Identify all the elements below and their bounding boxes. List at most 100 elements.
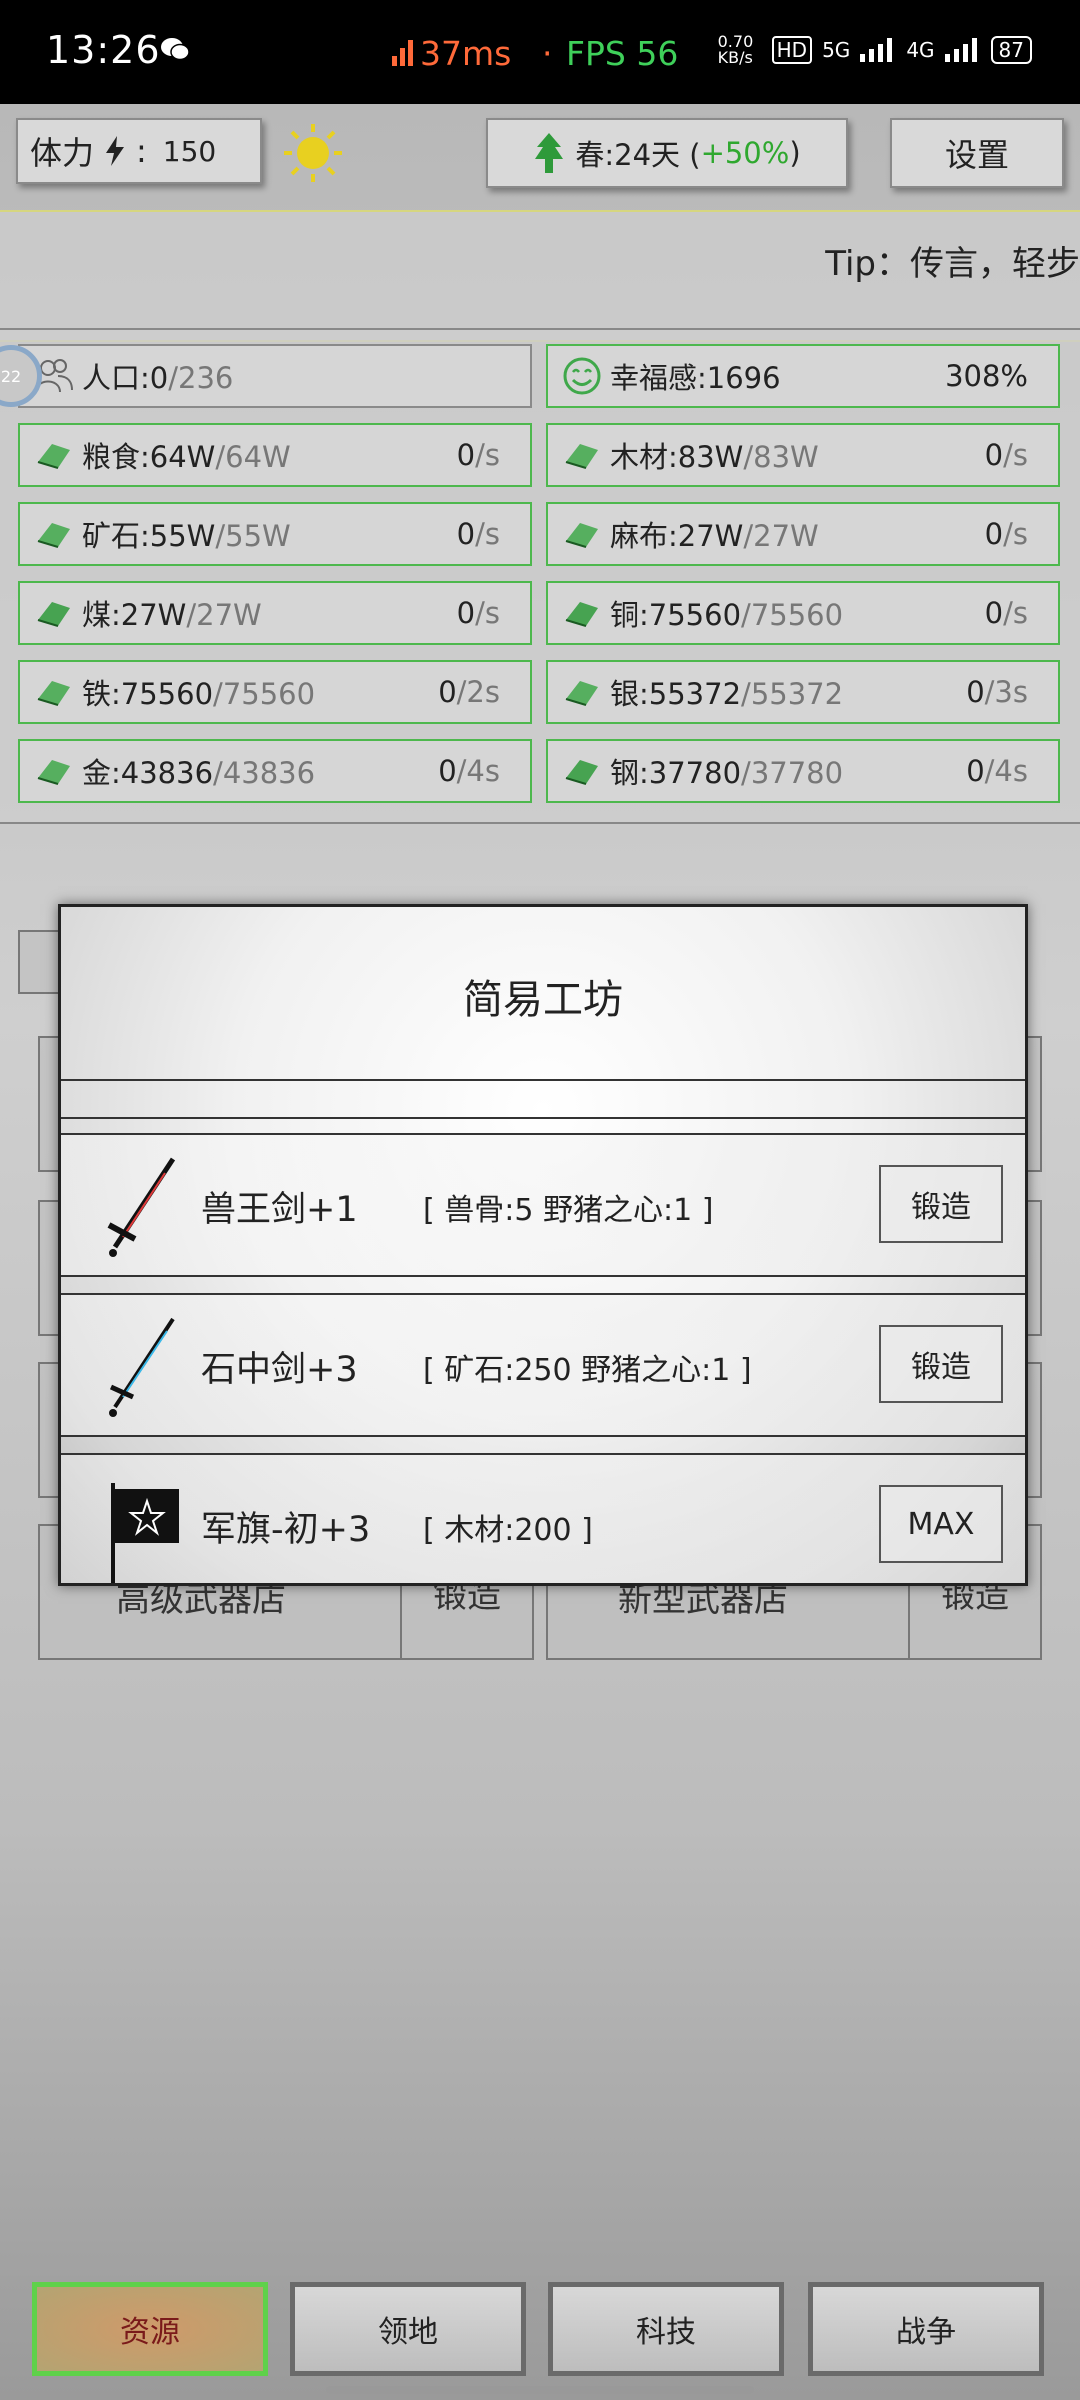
- resource-row: 银:55372/55372 0/3s: [546, 660, 1060, 724]
- rate-unit: /s: [1003, 596, 1028, 630]
- rate-unit: /3s: [984, 675, 1028, 709]
- resource-row: 木材:83W/83W 0/s: [546, 423, 1060, 487]
- stamina-value: 150: [162, 134, 217, 168]
- nav-resources[interactable]: 资源: [32, 2282, 268, 2376]
- resource-rate: 308%: [945, 359, 1028, 393]
- resource-row: 钢:37780/37780 0/4s: [546, 739, 1060, 803]
- resource-current: 37780: [648, 756, 742, 790]
- fps-readout: FPS 56: [566, 34, 679, 73]
- forge-button[interactable]: 锻造: [879, 1325, 1003, 1403]
- resource-label: 矿石:55W/55W: [82, 513, 291, 555]
- resource-rate: 0/4s: [438, 754, 500, 788]
- rate-value: 0: [438, 754, 457, 788]
- resource-row: 麻布:27W/27W 0/s: [546, 502, 1060, 566]
- blue-sword-icon: [109, 1317, 175, 1417]
- max-button[interactable]: MAX: [879, 1485, 1003, 1563]
- rate-value: 0: [966, 675, 985, 709]
- rate-value: 0: [438, 675, 457, 709]
- resource-rate: 0/s: [985, 438, 1028, 472]
- resource-row: 矿石:55W/55W 0/s: [18, 502, 532, 566]
- resource-name: 金:: [82, 756, 121, 790]
- resource-name: 矿石:: [82, 519, 150, 553]
- dialog-title: 简易工坊: [463, 977, 623, 1023]
- rate-unit: /4s: [456, 754, 500, 788]
- resource-rate: 0/4s: [966, 754, 1028, 788]
- cell-signal-icon: [944, 38, 977, 62]
- rate-value: 0: [456, 596, 476, 630]
- resource-name: 麻布:: [610, 519, 678, 553]
- resource-current: 27W: [120, 598, 187, 632]
- resource-label: 粮食:64W/64W: [82, 434, 291, 476]
- item-cost: [ 矿石:250 野猪之心:1 ]: [423, 1353, 752, 1388]
- resource-name: 人口:: [82, 361, 150, 395]
- resource-row: 粮食:64W/64W 0/s: [18, 423, 532, 487]
- list-clipped-row: [61, 1079, 1025, 1119]
- copper-icon: [562, 593, 602, 633]
- resource-label: 人口:0/236: [82, 355, 233, 397]
- war-flag-icon: [111, 1483, 179, 1583]
- nav-technology[interactable]: 科技: [548, 2282, 784, 2376]
- resource-rate: 0/s: [985, 596, 1028, 630]
- resource-name: 粮食:: [82, 440, 150, 474]
- ore-icon: [34, 514, 74, 554]
- season-bonus: +50%: [700, 136, 790, 170]
- list-item: 军旗-初+3 [ 木材:200 ] MAX: [61, 1453, 1025, 1583]
- resource-max: /236: [168, 361, 234, 395]
- resource-max: /27W: [743, 519, 819, 553]
- rate-value: 0: [966, 754, 985, 788]
- settings-button[interactable]: 设置: [890, 118, 1064, 188]
- resource-label: 铜:75560/75560: [610, 592, 843, 634]
- item-name: 石中剑+3: [201, 1350, 358, 1390]
- rate-value: 0: [456, 438, 476, 472]
- resource-current: 55W: [149, 519, 216, 553]
- resource-rate: 0/2s: [438, 675, 500, 709]
- forge-button[interactable]: 锻造: [879, 1165, 1003, 1243]
- resource-max: /75560: [213, 677, 316, 711]
- resource-current: 27W: [677, 519, 744, 553]
- rate-value: 308%: [945, 359, 1028, 393]
- red-sword-icon: [107, 1157, 176, 1257]
- sun-icon: [284, 124, 342, 182]
- resource-label: 钢:37780/37780: [610, 750, 843, 792]
- resource-current: 64W: [149, 440, 216, 474]
- resource-max: /55372: [741, 677, 844, 711]
- season-label: 春:24天 (: [575, 138, 701, 172]
- clock: 13:26: [46, 28, 161, 72]
- resource-name: 铁:: [82, 677, 121, 711]
- resource-name: 铜:: [610, 598, 649, 632]
- item-cost: [ 木材:200 ]: [423, 1513, 593, 1548]
- season-panel[interactable]: 春:24天 ( +50% ): [486, 118, 848, 188]
- list-item: 兽王剑+1 [ 兽骨:5 野猪之心:1 ] 锻造: [61, 1133, 1025, 1277]
- silver-icon: [562, 672, 602, 712]
- resource-name: 银:: [610, 677, 649, 711]
- season-close: ): [789, 136, 801, 170]
- resource-rate: 0/s: [457, 438, 500, 472]
- nav-territory[interactable]: 领地: [290, 2282, 526, 2376]
- resource-max: /64W: [215, 440, 291, 474]
- stamina-panel[interactable]: 体力 : 150: [16, 118, 262, 184]
- resource-name: 钢:: [610, 756, 649, 790]
- status-bar: 13:26 37ms · FPS 56 0.70 KB/s HD 5G 4G 8…: [0, 0, 1080, 104]
- resource-row: 人口:0/236: [18, 344, 532, 408]
- resource-current: 55372: [648, 677, 742, 711]
- item-name: 兽王剑+1: [201, 1190, 358, 1230]
- rate-value: 0: [984, 517, 1004, 551]
- resource-label: 金:43836/43836: [82, 750, 315, 792]
- separator-dot: ·: [542, 34, 553, 73]
- resource-max: /37780: [741, 756, 844, 790]
- rate-unit: /s: [1003, 517, 1028, 551]
- rate-value: 0: [984, 596, 1004, 630]
- resource-current: 75560: [648, 598, 742, 632]
- resource-name: 幸福感:: [610, 361, 707, 395]
- resource-name: 木材:: [610, 440, 678, 474]
- stamina-label: 体力: [30, 134, 95, 172]
- wood-icon: [562, 435, 602, 475]
- resource-max: /27W: [186, 598, 262, 632]
- resource-label: 幸福感:1696: [610, 355, 781, 397]
- resource-current: 75560: [120, 677, 214, 711]
- signal-bars-icon: [392, 40, 413, 66]
- item-name: 军旗-初+3: [201, 1510, 371, 1550]
- resource-rate: 0/s: [457, 596, 500, 630]
- nav-war[interactable]: 战争: [808, 2282, 1044, 2376]
- home-indicator[interactable]: [326, 2386, 754, 2394]
